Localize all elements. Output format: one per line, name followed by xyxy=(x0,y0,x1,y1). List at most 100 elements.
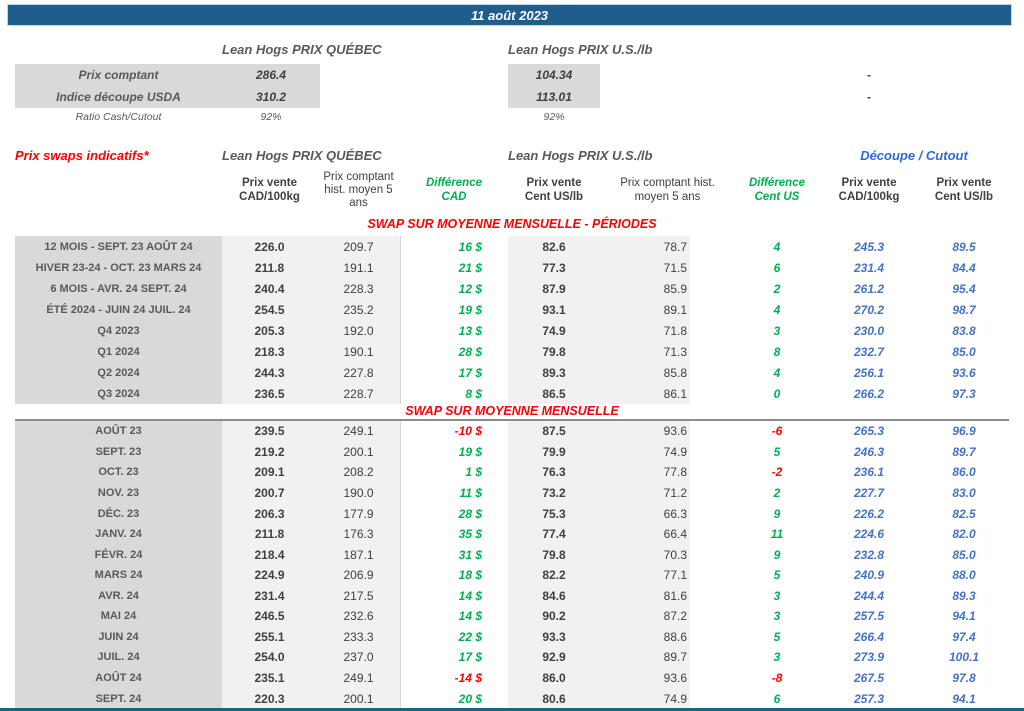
cell-period-label: Q1 2024 xyxy=(15,341,222,362)
cell-diff-us: 5 xyxy=(773,629,781,644)
cell-qc-hist: 237.0 xyxy=(317,647,400,668)
cell-diff-cad: 17 $ xyxy=(400,362,508,383)
spot-qc-value: 310.2 xyxy=(222,86,320,108)
cell-period-label: JANV. 24 xyxy=(15,523,222,545)
cell-cutout-us: 82.0 xyxy=(952,527,976,542)
cell-qc-sell: 254.0 xyxy=(222,647,317,668)
cell-period-label: AVR. 24 xyxy=(15,585,222,607)
cell-qc-sell: 226.0 xyxy=(222,236,317,257)
cell-diff-cad: 12 $ xyxy=(400,278,508,299)
cell-diff-cad: 21 $ xyxy=(400,257,508,278)
cell-diff-us: 3 xyxy=(773,609,781,624)
cell-us-sell: 84.6 xyxy=(508,585,600,607)
cell-qc-hist: 187.1 xyxy=(317,544,400,565)
cell-diff-cad: 17 $ xyxy=(400,647,508,668)
cell-qc-sell: 239.5 xyxy=(222,421,317,442)
cell-qc-sell: 246.5 xyxy=(222,606,317,627)
cell-diff-us: 4 xyxy=(773,365,781,380)
col-header-qc-sell: Prix vente CAD/100kg xyxy=(239,177,300,203)
cell-us-sell: 92.9 xyxy=(508,647,600,668)
cell-diff-cad: 20 $ xyxy=(400,688,508,709)
cell-us-sell: 86.5 xyxy=(508,383,600,404)
cell-qc-sell: 200.7 xyxy=(222,482,317,504)
cell-us-hist: 77.8 xyxy=(600,462,735,483)
cell-cutout-cad: 273.9 xyxy=(853,650,885,665)
cell-cutout-us: 88.0 xyxy=(952,568,976,583)
cell-us-hist: 93.6 xyxy=(600,421,735,442)
cell-qc-sell: 254.5 xyxy=(222,299,317,320)
cell-cutout-cad: 226.2 xyxy=(853,506,885,521)
cell-cutout-cad: 231.4 xyxy=(853,260,885,275)
cell-cutout-us: 85.0 xyxy=(952,344,976,359)
cell-diff-us: 3 xyxy=(773,650,781,665)
cell-period-label: AOÛT 23 xyxy=(15,421,222,442)
cell-cutout-cad: 256.1 xyxy=(853,365,885,380)
monthly-table: AOÛT 23 239.5 249.1 -10 $87.5 93.6 -6 265.3 96.… xyxy=(15,421,1009,709)
cell-us-hist: 74.9 xyxy=(600,441,735,463)
cell-diff-cad: 18 $ xyxy=(400,564,508,586)
cell-qc-hist: 217.5 xyxy=(317,585,400,607)
cell-period-label: MAI 24 xyxy=(15,606,222,627)
spot-row-label: Prix comptant xyxy=(15,64,222,86)
col-header-cutout-cad: Prix vente CAD/100kg xyxy=(838,177,900,203)
cell-qc-sell: 211.8 xyxy=(222,523,317,545)
swaps-us-title: Lean Hogs PRIX U.S./lb xyxy=(508,148,653,163)
cell-qc-hist: 235.2 xyxy=(317,299,400,320)
spot-qc-value: 286.4 xyxy=(222,64,320,86)
spot-us-title: Lean Hogs PRIX U.S./lb xyxy=(508,42,653,57)
cell-qc-hist: 249.1 xyxy=(317,667,400,689)
cell-us-sell: 93.3 xyxy=(508,626,600,648)
cell-cutout-cad: 224.6 xyxy=(853,527,885,542)
cell-cutout-cad: 232.7 xyxy=(853,344,885,359)
cell-diff-cad: 1 $ xyxy=(400,462,508,483)
cell-cutout-us: 97.8 xyxy=(952,671,976,686)
spot-us-value: 113.01 xyxy=(508,86,600,108)
cell-us-sell: 74.9 xyxy=(508,320,600,341)
cell-period-label: JUIN 24 xyxy=(15,626,222,648)
cell-diff-cad: 13 $ xyxy=(400,320,508,341)
cell-diff-cad: 16 $ xyxy=(400,236,508,257)
cell-diff-cad: 11 $ xyxy=(400,482,508,504)
cell-period-label: Q4 2023 xyxy=(15,320,222,341)
cell-diff-us: 0 xyxy=(773,386,781,401)
cell-period-label: OCT. 23 xyxy=(15,462,222,483)
col-header-spacer xyxy=(15,167,222,214)
cell-diff-cad: 35 $ xyxy=(400,523,508,545)
cell-cutout-us: 89.5 xyxy=(952,239,976,254)
cell-period-label: NOV. 23 xyxy=(15,482,222,504)
cell-us-hist: 71.5 xyxy=(600,257,735,278)
col-header-us-sell: Prix vente Cent US/lb xyxy=(524,177,584,203)
cell-us-sell: 87.5 xyxy=(508,421,600,442)
cell-period-label: SEPT. 23 xyxy=(15,441,222,463)
cell-qc-sell: 224.9 xyxy=(222,564,317,586)
cell-us-sell: 82.6 xyxy=(508,236,600,257)
col-header-diff-us: Différence Cent US xyxy=(748,177,806,203)
cell-diff-us: 4 xyxy=(773,239,781,254)
spot-us-value: 92% xyxy=(543,111,565,123)
cell-us-hist: 89.7 xyxy=(600,647,735,668)
cell-period-label: 6 MOIS - AVR. 24 SEPT. 24 xyxy=(15,278,222,299)
spot-row-label: Indice découpe USDA xyxy=(15,86,222,108)
cell-period-label: SEPT. 24 xyxy=(15,688,222,709)
cell-period-label: Q3 2024 xyxy=(15,383,222,404)
cell-us-hist: 71.8 xyxy=(600,320,735,341)
cell-cutout-us: 97.3 xyxy=(952,386,976,401)
cell-cutout-cad: 240.9 xyxy=(853,568,885,583)
cell-diff-us: 5 xyxy=(773,444,781,459)
cell-cutout-cad: 267.5 xyxy=(853,671,885,686)
cell-us-sell: 79.8 xyxy=(508,544,600,565)
cell-cutout-cad: 257.3 xyxy=(853,691,885,706)
cell-diff-cad: 28 $ xyxy=(400,503,508,524)
cell-cutout-us: 97.4 xyxy=(952,629,976,644)
cell-cutout-cad: 265.3 xyxy=(853,424,885,439)
cell-qc-hist: 249.1 xyxy=(317,421,400,442)
cell-diff-cad: 31 $ xyxy=(400,544,508,565)
swaps-title: Prix swaps indicatifs* xyxy=(15,148,149,163)
cell-qc-sell: 218.4 xyxy=(222,544,317,565)
col-header-qc-hist: Prix comptant hist. moyen 5 ans xyxy=(323,170,394,210)
cell-diff-us: 3 xyxy=(773,323,781,338)
cell-qc-hist: 190.1 xyxy=(317,341,400,362)
cell-cutout-us: 89.7 xyxy=(952,444,976,459)
cell-us-hist: 87.2 xyxy=(600,606,735,627)
cell-us-hist: 77.1 xyxy=(600,564,735,586)
